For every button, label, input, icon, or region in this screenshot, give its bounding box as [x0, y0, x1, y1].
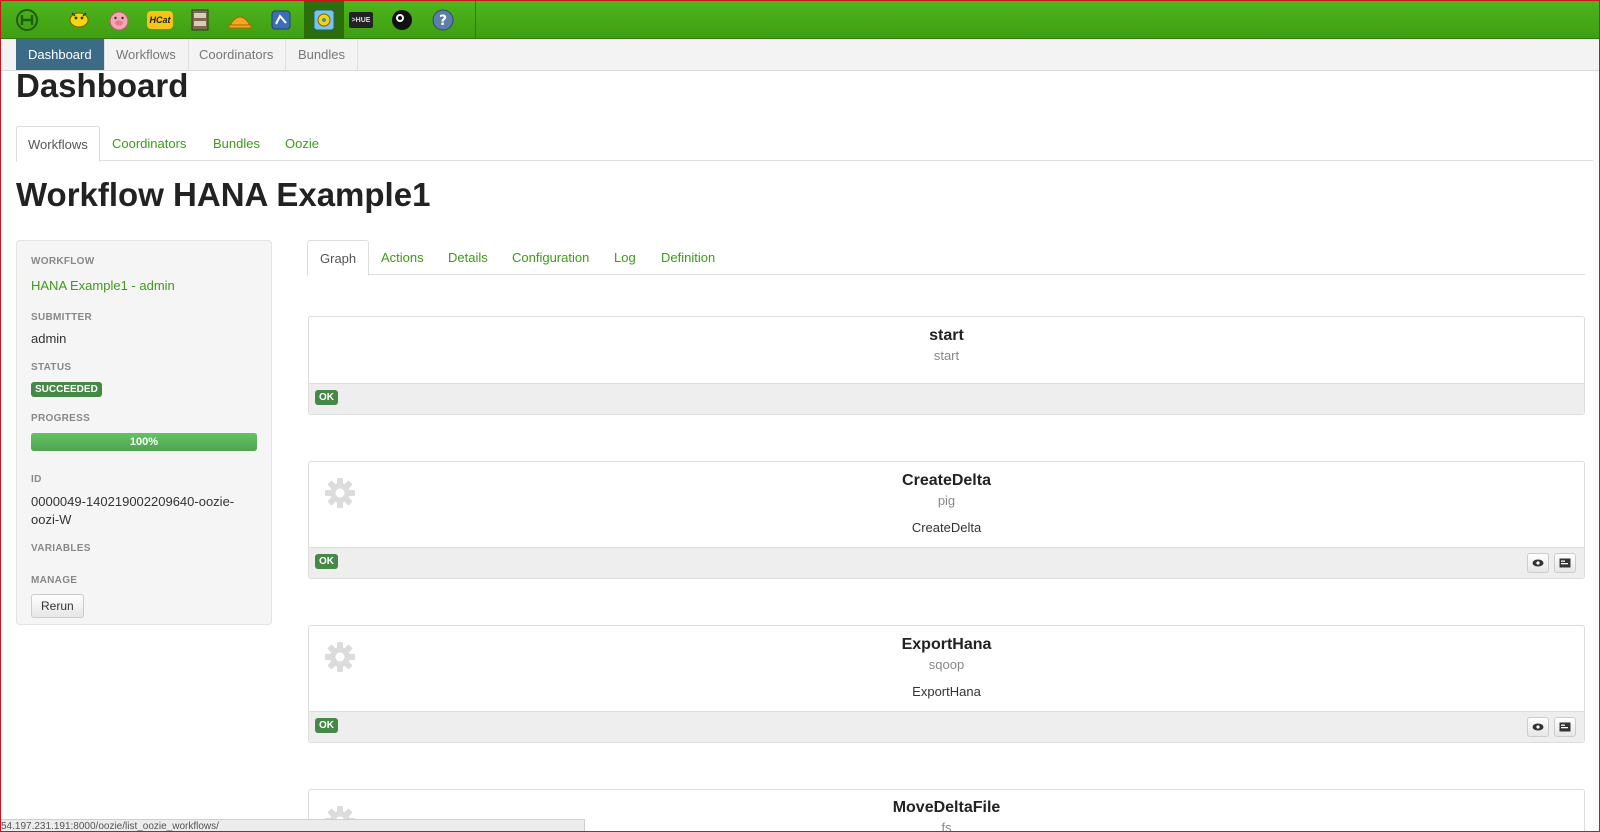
- view-log-button[interactable]: [1554, 553, 1576, 573]
- dashboard-tabs: Workflows Coordinators Bundles Oozie: [16, 126, 1599, 162]
- view-eye-button[interactable]: [1527, 553, 1549, 573]
- progress-fill: 100%: [31, 433, 257, 451]
- page-title: Dashboard: [16, 67, 189, 104]
- node-footer: OK: [309, 711, 1584, 742]
- job-designer-icon[interactable]: [224, 5, 256, 35]
- id-value-line1: 0000049-140219002209640-oozie-: [31, 494, 235, 509]
- hive-icon[interactable]: [63, 5, 95, 35]
- view-eye-button[interactable]: [1527, 717, 1549, 737]
- tab-coordinators[interactable]: Coordinators: [101, 126, 197, 161]
- graph-node-start: start start OK: [308, 316, 1585, 415]
- subnav-bundles[interactable]: Bundles: [286, 39, 358, 70]
- eye-icon: [1532, 559, 1544, 567]
- metastore-icon[interactable]: [265, 5, 297, 35]
- node-type: start: [933, 348, 960, 363]
- tab-details[interactable]: Details: [436, 240, 500, 275]
- browser-status-url: 54.197.231.191:8000/oozie/list_oozie_wor…: [1, 819, 585, 831]
- subnav-coordinators[interactable]: Coordinators: [187, 39, 287, 70]
- shell-icon[interactable]: >HUE: [345, 5, 377, 35]
- node-status-badge: OK: [315, 390, 338, 405]
- user-icon[interactable]: [386, 5, 418, 35]
- subnav-workflows[interactable]: Workflows: [104, 39, 189, 70]
- node-footer: OK: [309, 383, 1584, 414]
- workflow-tabs: Graph Actions Details Configuration Log …: [307, 240, 1585, 276]
- browser-frame: HCat >HUE ? Dashboard Workflows Coordina…: [0, 0, 1600, 832]
- app-toolbar: HCat >HUE ?: [1, 1, 1599, 39]
- oozie-icon[interactable]: [304, 1, 344, 39]
- node-name: MoveDeltaFile: [892, 799, 1001, 816]
- hcat-icon[interactable]: HCat: [144, 5, 176, 35]
- file-browser-icon[interactable]: [184, 5, 216, 35]
- node-name: CreateDelta: [902, 472, 991, 489]
- workflow-title: Workflow HANA Example1: [16, 176, 431, 213]
- tab-bundles[interactable]: Bundles: [202, 126, 271, 161]
- node-type: sqoop: [928, 657, 965, 672]
- scrollbar[interactable]: [1593, 71, 1599, 831]
- graph-node-exporthana: ExportHana sqoop ExportHana OK: [308, 625, 1585, 743]
- subnav-dashboard[interactable]: Dashboard: [16, 39, 105, 70]
- hue-logo-icon[interactable]: [11, 5, 43, 35]
- tab-configuration[interactable]: Configuration: [500, 240, 601, 275]
- node-name: ExportHana: [901, 636, 992, 653]
- tab-oozie[interactable]: Oozie: [274, 126, 330, 161]
- workflow-link[interactable]: HANA Example1 - admin: [31, 278, 175, 293]
- id-value-line2: oozi-W: [31, 512, 72, 527]
- status-badge: SUCCEEDED: [31, 382, 102, 397]
- svg-text:?: ?: [439, 13, 447, 29]
- rerun-button[interactable]: Rerun: [31, 594, 84, 618]
- variables-label: VARIABLES: [31, 543, 91, 554]
- node-description: CreateDelta: [911, 520, 982, 535]
- oozie-subnav: Dashboard Workflows Coordinators Bundles: [1, 39, 1599, 71]
- node-status-badge: OK: [315, 718, 338, 733]
- graph-node-createdelta: CreateDelta pig CreateDelta OK: [308, 461, 1585, 579]
- tab-definition[interactable]: Definition: [649, 240, 727, 275]
- submitter-value: admin: [31, 331, 67, 346]
- toolbar-separator: [475, 1, 476, 39]
- workflow-label: WORKFLOW: [31, 256, 95, 267]
- id-label: ID: [31, 474, 42, 485]
- progress-bar: 100%: [31, 433, 257, 451]
- eye-icon: [1532, 723, 1544, 731]
- tab-graph[interactable]: Graph: [307, 240, 370, 276]
- tab-actions[interactable]: Actions: [369, 240, 436, 275]
- tab-log[interactable]: Log: [602, 240, 648, 275]
- progress-label: PROGRESS: [31, 413, 91, 424]
- tab-workflows[interactable]: Workflows: [16, 126, 100, 162]
- help-icon[interactable]: ?: [427, 5, 459, 35]
- pig-icon[interactable]: [103, 5, 135, 35]
- view-log-button[interactable]: [1554, 717, 1576, 737]
- workflow-sidebar: WORKFLOW HANA Example1 - admin SUBMITTER…: [16, 240, 272, 625]
- node-description: ExportHana: [912, 684, 981, 699]
- log-icon: [1559, 722, 1571, 732]
- node-footer: OK: [309, 547, 1584, 578]
- status-label: STATUS: [31, 362, 72, 373]
- log-icon: [1559, 558, 1571, 568]
- node-status-badge: OK: [315, 554, 338, 569]
- submitter-label: SUBMITTER: [31, 312, 93, 323]
- node-name: start: [929, 327, 964, 344]
- manage-label: MANAGE: [31, 575, 78, 586]
- node-type: pig: [937, 493, 956, 508]
